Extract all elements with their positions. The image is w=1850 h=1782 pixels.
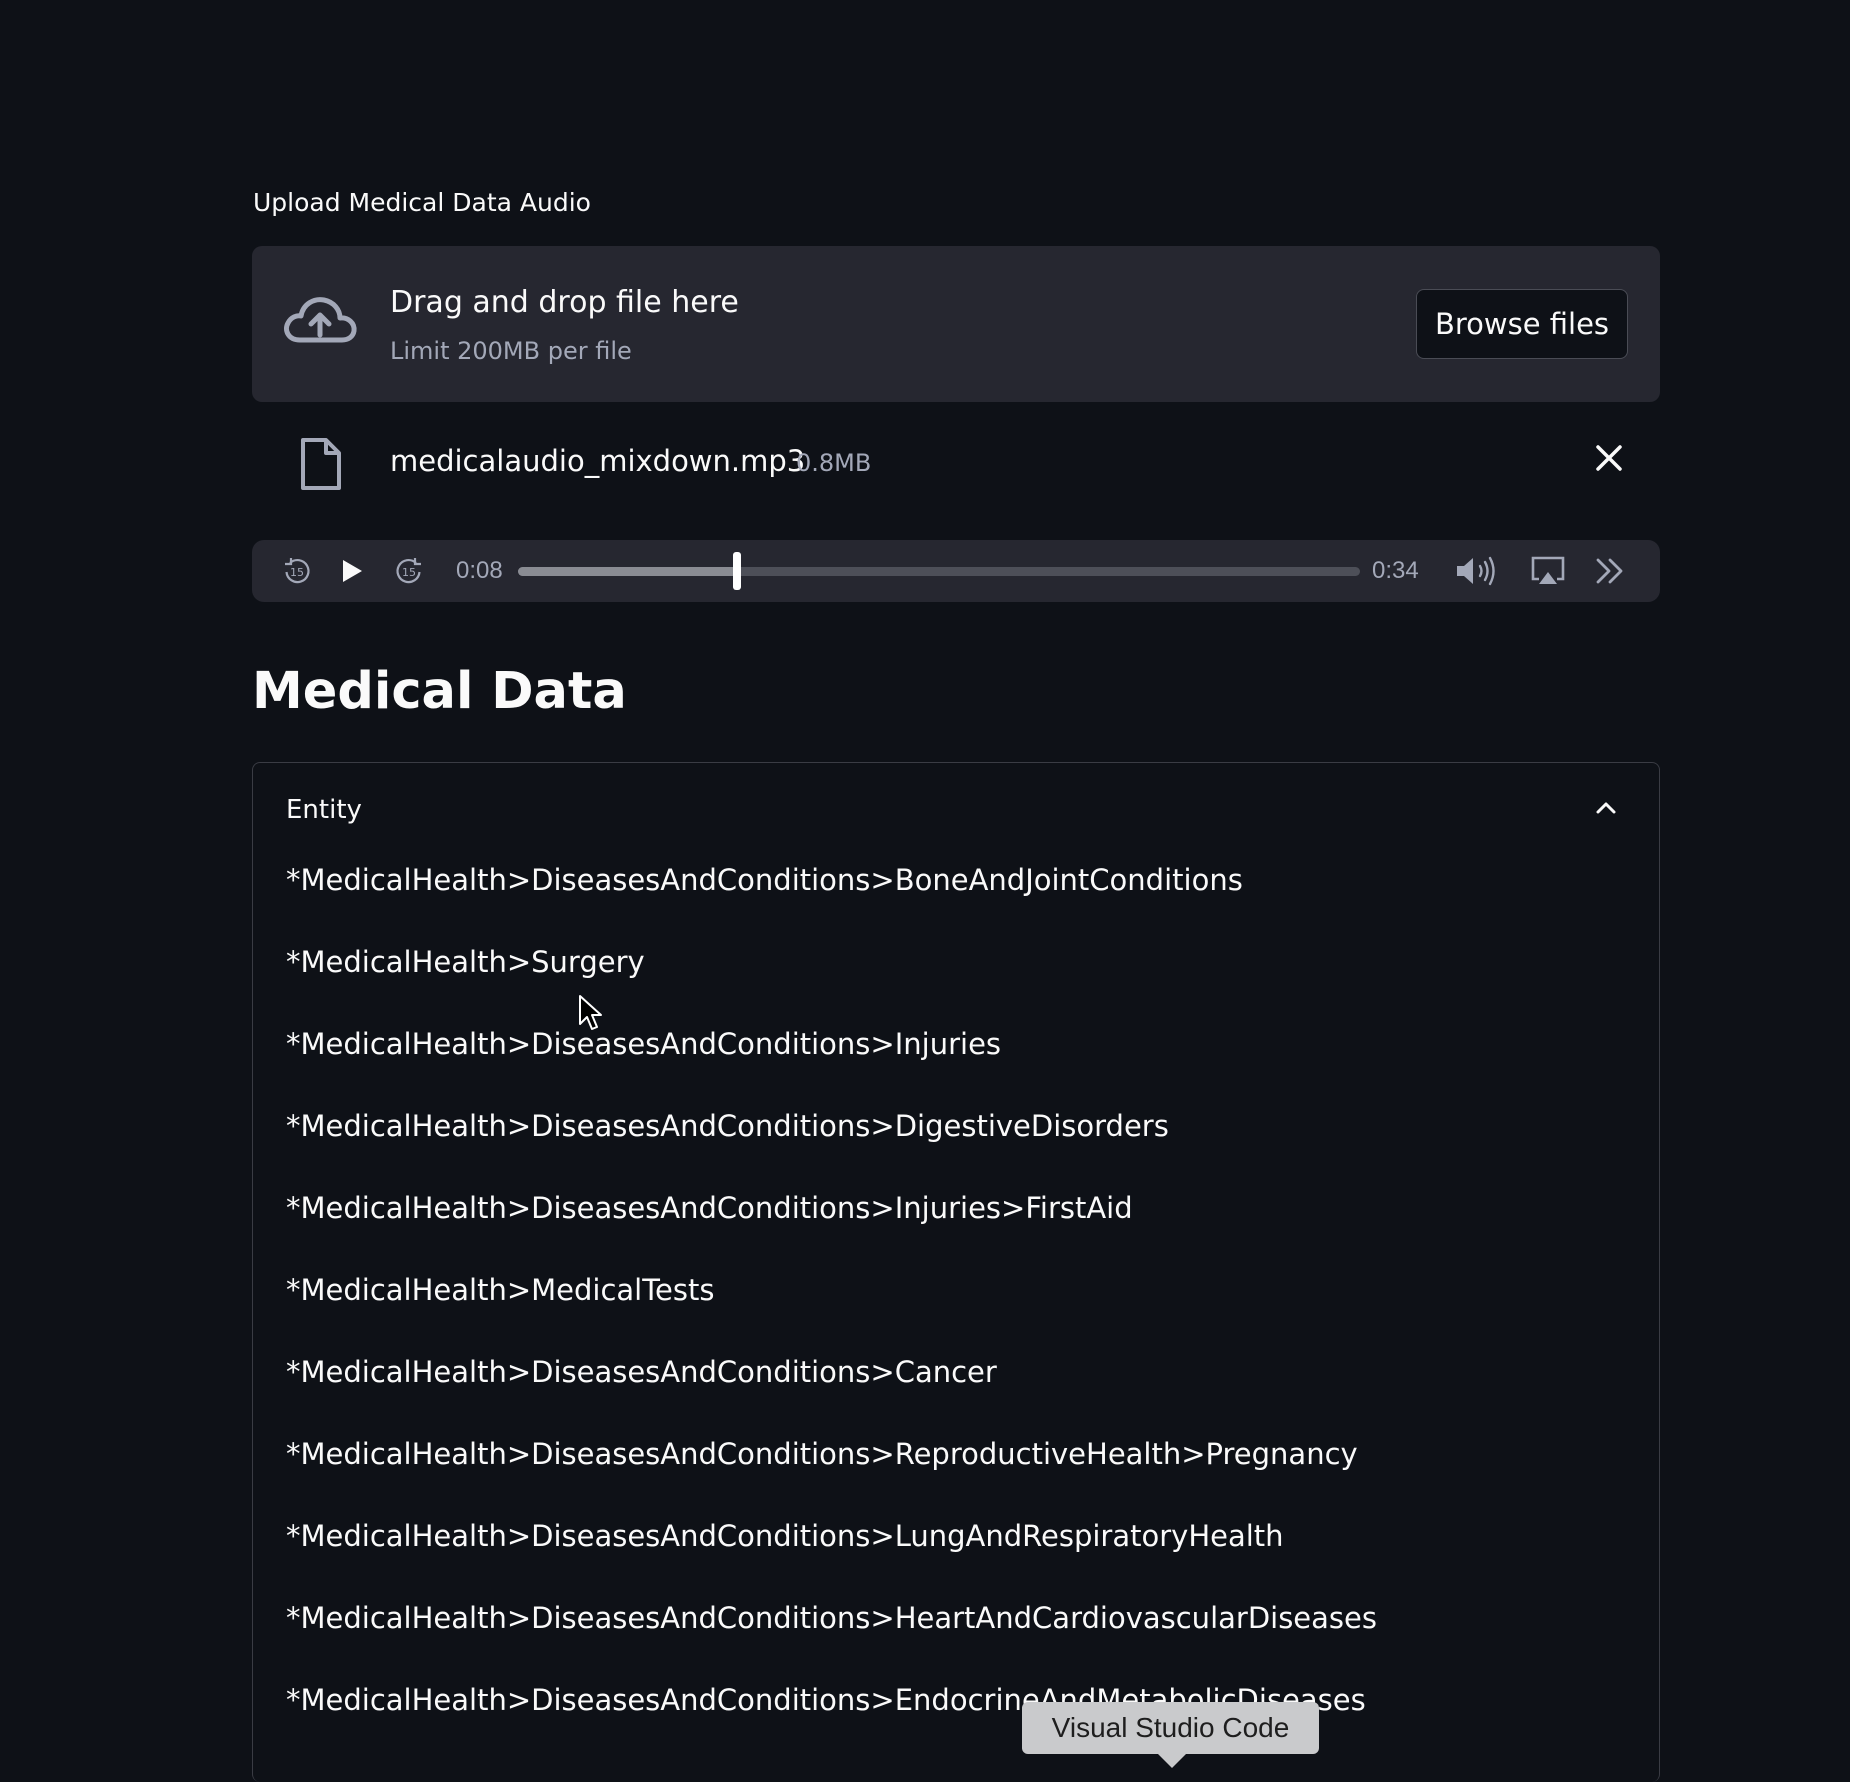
entity-expander: Entity *MedicalHealth>DiseasesAndConditi… xyxy=(252,762,1660,1782)
list-item: *MedicalHealth>MedicalTests xyxy=(286,1273,715,1307)
playback-speed-icon[interactable] xyxy=(1594,556,1626,586)
seek-bar-progress xyxy=(518,567,737,576)
list-item: *MedicalHealth>DiseasesAndConditions>Inj… xyxy=(286,1027,1002,1061)
play-icon[interactable] xyxy=(338,557,366,585)
uploaded-file-size: 0.8MB xyxy=(796,449,872,477)
entity-list: *MedicalHealth>DiseasesAndConditions>Bon… xyxy=(286,860,1377,1762)
duration-time: 0:34 xyxy=(1372,557,1419,584)
volume-icon[interactable] xyxy=(1454,554,1500,588)
svg-text:15: 15 xyxy=(402,566,416,579)
dock-tooltip: Visual Studio Code xyxy=(1022,1702,1319,1754)
svg-text:15: 15 xyxy=(290,566,304,579)
expander-title[interactable]: Entity xyxy=(286,795,362,825)
section-heading: Medical Data xyxy=(252,662,627,721)
tooltip-pointer xyxy=(1158,1754,1186,1768)
audio-player: 15 15 0:08 0:34 xyxy=(252,540,1660,602)
cloud-upload-icon xyxy=(284,297,357,343)
list-item: *MedicalHealth>DiseasesAndConditions>Hea… xyxy=(286,1601,1377,1635)
forward-15-icon[interactable]: 15 xyxy=(394,556,424,586)
list-item: *MedicalHealth>DiseasesAndConditions>Can… xyxy=(286,1355,997,1389)
uploaded-file-name: medicalaudio_mixdown.mp3 xyxy=(390,444,806,478)
chevron-up-icon[interactable] xyxy=(1591,793,1621,823)
list-item: *MedicalHealth>DiseasesAndConditions>Inj… xyxy=(286,1191,1133,1225)
list-item: *MedicalHealth>DiseasesAndConditions>Bon… xyxy=(286,863,1243,897)
dropzone-limit: Limit 200MB per file xyxy=(390,337,632,365)
uploader-label: Upload Medical Data Audio xyxy=(253,188,591,217)
list-item: *MedicalHealth>Surgery xyxy=(286,945,645,979)
list-item: *MedicalHealth>DiseasesAndConditions>Dig… xyxy=(286,1109,1169,1143)
dropzone-title: Drag and drop file here xyxy=(390,285,739,320)
file-icon xyxy=(301,438,341,490)
list-item: *MedicalHealth>DiseasesAndConditions>Lun… xyxy=(286,1519,1284,1553)
seek-bar[interactable] xyxy=(518,552,1360,590)
browse-files-button[interactable]: Browse files xyxy=(1416,289,1628,359)
airplay-icon[interactable] xyxy=(1530,555,1566,587)
list-item: *MedicalHealth>DiseasesAndConditions>Rep… xyxy=(286,1437,1358,1471)
rewind-15-icon[interactable]: 15 xyxy=(282,556,312,586)
current-time: 0:08 xyxy=(456,557,503,584)
remove-file-icon[interactable] xyxy=(1592,441,1626,475)
seek-handle[interactable] xyxy=(732,552,741,590)
mouse-cursor-icon xyxy=(579,995,602,1030)
